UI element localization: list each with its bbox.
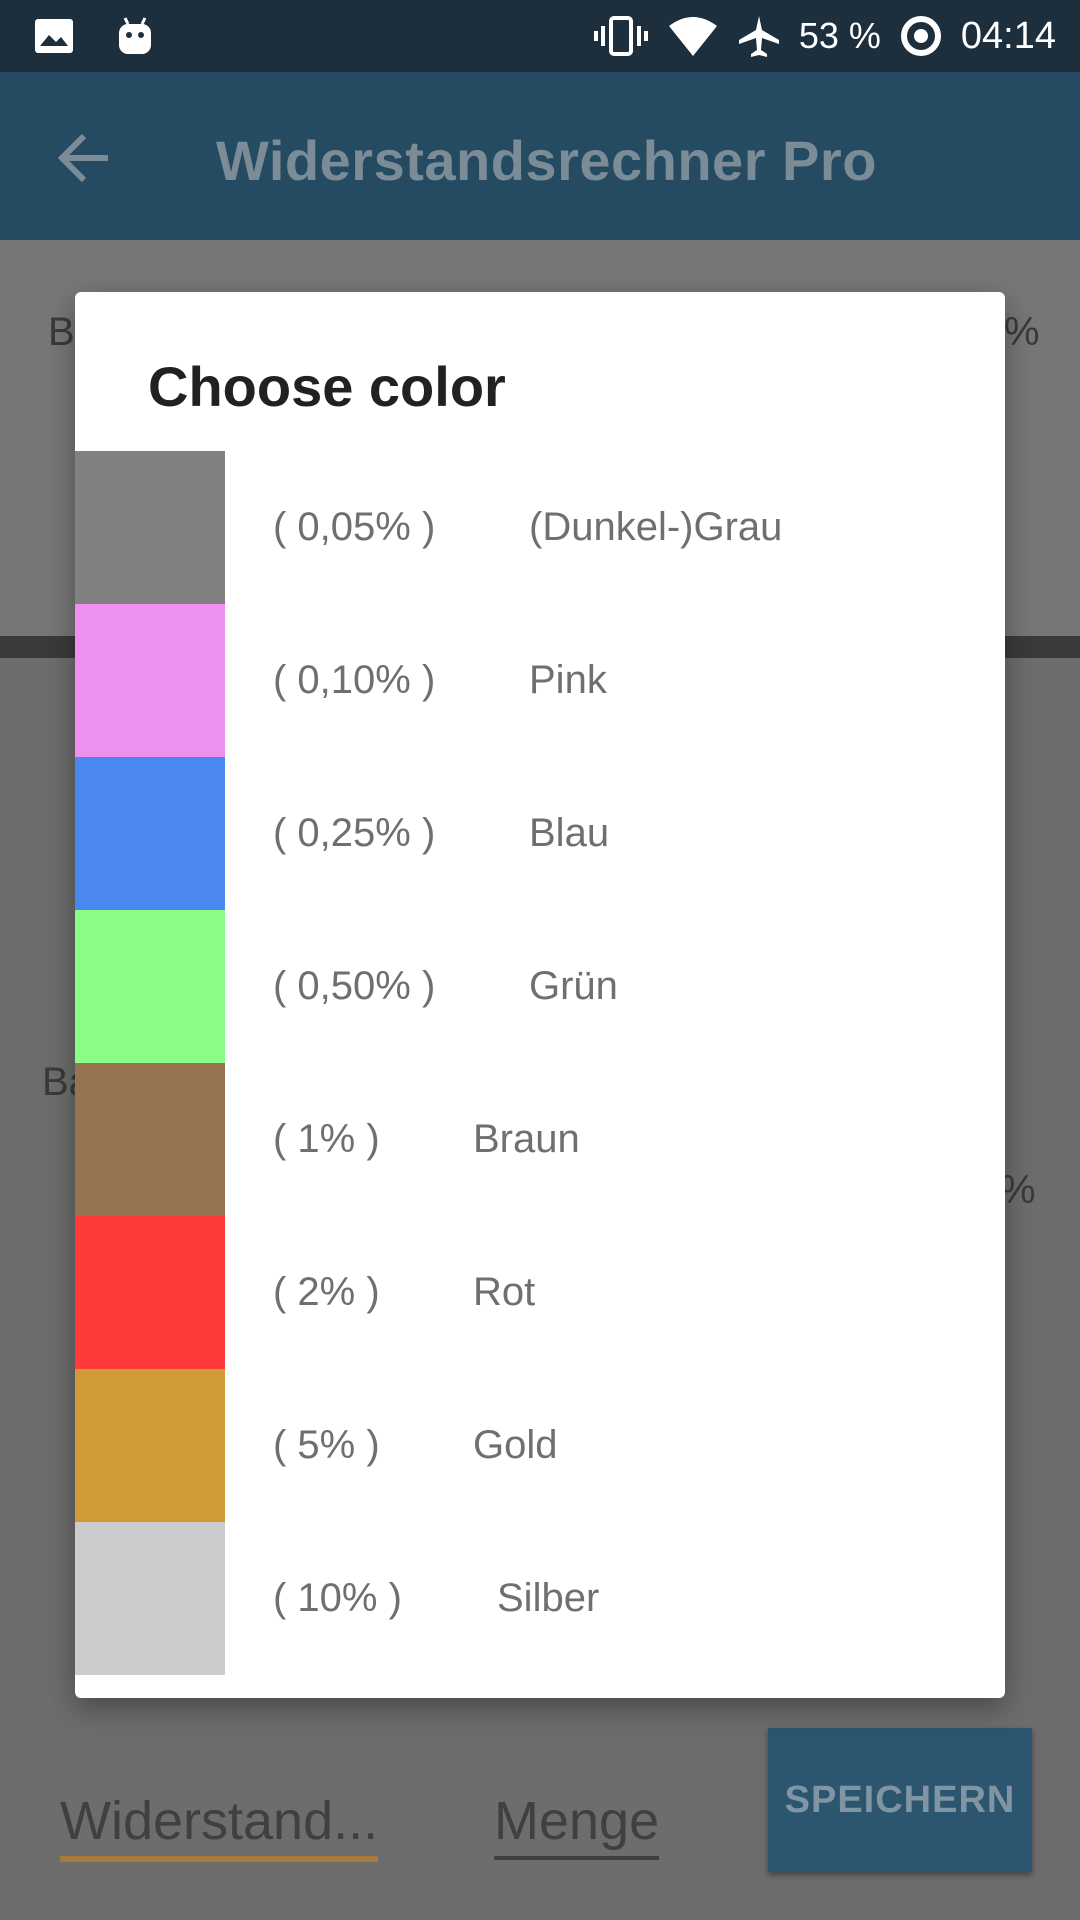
clock: 04:14 <box>960 14 1056 57</box>
tolerance-label: ( 2% ) <box>273 1270 380 1314</box>
color-option-silber[interactable]: ( 10% ) Silber <box>75 1522 1005 1675</box>
color-option-rot[interactable]: ( 2% ) Rot <box>75 1216 1005 1369</box>
color-swatch <box>75 604 225 757</box>
airplane-icon <box>737 14 781 58</box>
background-label: % <box>1000 1168 1036 1212</box>
tolerance-label: ( 0,05% ) <box>273 505 436 549</box>
color-swatch <box>75 757 225 910</box>
color-option-pink[interactable]: ( 0,10% ) Pink <box>75 604 1005 757</box>
color-option-gruen[interactable]: ( 0,50% ) Grün <box>75 910 1005 1063</box>
tolerance-label: ( 10% ) <box>273 1576 402 1620</box>
color-name: Gold <box>473 1423 558 1467</box>
dialog-title: Choose color <box>148 355 506 418</box>
color-name: Grün <box>529 964 618 1008</box>
color-option-braun[interactable]: ( 1% ) Braun <box>75 1063 1005 1216</box>
background-label: % <box>1004 310 1040 354</box>
data-saver-icon <box>899 14 943 58</box>
color-swatch <box>75 910 225 1063</box>
background-label: B <box>48 310 75 354</box>
color-name: (Dunkel-)Grau <box>529 505 783 549</box>
color-name: Pink <box>529 658 607 702</box>
image-icon <box>34 18 74 54</box>
color-option-blau[interactable]: ( 0,25% ) Blau <box>75 757 1005 910</box>
battery-percent: 53 % <box>798 15 881 56</box>
color-name: Blau <box>529 811 610 855</box>
color-swatch <box>75 1369 225 1522</box>
widerstand-field[interactable]: Widerstand... <box>60 1790 379 1862</box>
save-button[interactable]: SPEICHERN <box>768 1728 1032 1872</box>
tolerance-label: ( 0,25% ) <box>273 811 436 855</box>
tolerance-label: ( 1% ) <box>273 1117 380 1161</box>
color-swatch <box>75 1522 225 1675</box>
color-name: Silber <box>497 1576 600 1620</box>
color-swatch <box>75 451 225 604</box>
choose-color-dialog: Choose color ( 0,05% ) (Dunkel-)Grau ( 0… <box>75 292 1005 1698</box>
app-bar: Widerstandsrechner Pro <box>0 72 1080 240</box>
arrow-back-icon[interactable] <box>56 130 112 186</box>
color-list: ( 0,05% ) (Dunkel-)Grau ( 0,10% ) Pink (… <box>75 451 1005 1675</box>
tolerance-label: ( 0,10% ) <box>273 658 436 702</box>
android-icon <box>116 16 154 56</box>
vibrate-icon <box>593 14 649 58</box>
tolerance-label: ( 5% ) <box>273 1423 380 1467</box>
color-option-dunkelgrau[interactable]: ( 0,05% ) (Dunkel-)Grau <box>75 451 1005 604</box>
wifi-icon <box>667 14 719 58</box>
color-name: Braun <box>473 1117 580 1161</box>
color-name: Rot <box>473 1270 536 1314</box>
tolerance-label: ( 0,50% ) <box>273 964 436 1008</box>
app-title: Widerstandsrechner Pro <box>216 129 877 192</box>
menge-field[interactable]: Menge <box>494 1790 660 1860</box>
color-swatch <box>75 1063 225 1216</box>
status-bar: 53 % 04:14 <box>0 0 1080 72</box>
color-option-gold[interactable]: ( 5% ) Gold <box>75 1369 1005 1522</box>
color-swatch <box>75 1216 225 1369</box>
